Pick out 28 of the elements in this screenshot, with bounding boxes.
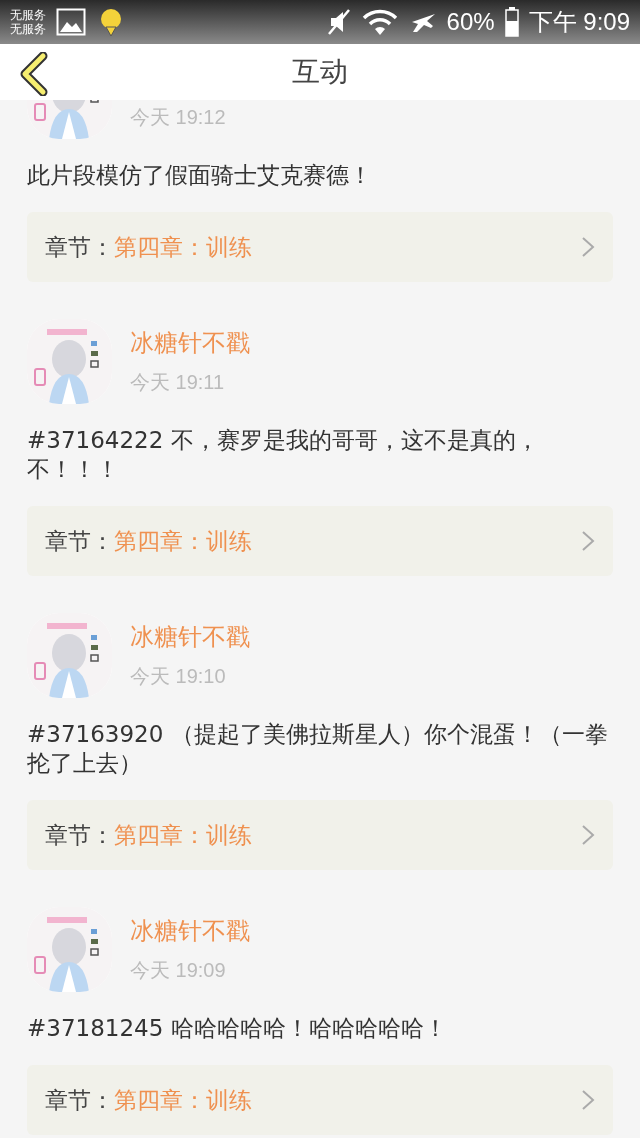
chevron-right-icon (581, 824, 595, 846)
post-time: 今天 19:09 (130, 958, 227, 983)
comment-text: #37164222 不，赛罗是我的哥哥，这不是真的，不！！！ (27, 426, 540, 484)
chapter-link[interactable]: 章节：第四章：训练 (27, 800, 613, 870)
image-icon (56, 8, 86, 36)
mute-icon (326, 8, 351, 36)
chapter-link[interactable]: 章节：第四章：训练 (27, 1065, 613, 1135)
post-time: 今天 19:11 (130, 370, 226, 395)
chevron-right-icon (581, 1089, 595, 1111)
post-time: 今天 19:12 (130, 105, 226, 130)
chapter-link[interactable]: 章节：第四章：训练 (27, 506, 613, 576)
chevron-right-icon (581, 236, 595, 258)
chevron-right-icon (581, 530, 595, 552)
chevron-left-icon (19, 52, 49, 96)
chapter-link[interactable]: 章节：第四章：训练 (27, 212, 613, 282)
battery-percent: 60% (446, 8, 495, 36)
comment-text: 此片段模仿了假面骑士艾克赛德！ (27, 161, 373, 190)
post-time: 今天 19:10 (130, 664, 227, 689)
comment-text: #37181245 哈哈哈哈哈！哈哈哈哈哈！ (27, 1014, 448, 1043)
user-name: 冰糖针不戳 (130, 328, 250, 359)
comment-text: #37163920 （提起了美佛拉斯星人）你个混蛋！（一拳抡了上去） (27, 720, 609, 778)
battery-icon (504, 7, 519, 37)
user-name: 冰糖针不戳 (130, 916, 250, 947)
carrier-label: 无服务 无服务 (10, 8, 46, 36)
clock: 下午 9:09 (528, 7, 630, 37)
page-title: 互动 (292, 54, 348, 90)
user-name: 冰糖针不戳 (130, 622, 250, 653)
wifi-icon (360, 8, 399, 36)
